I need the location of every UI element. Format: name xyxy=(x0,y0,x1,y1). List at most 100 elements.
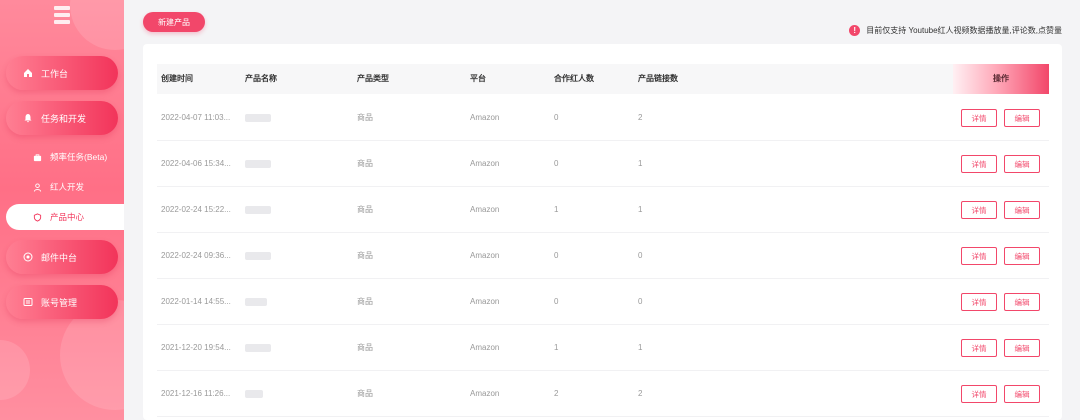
table-row: 2022-02-24 09:36... 商品 Amazon 0 0 详情 编辑 xyxy=(157,233,1049,279)
cell-product-name[interactable] xyxy=(245,206,271,214)
cell-created-time: 2022-02-24 15:22... xyxy=(161,205,231,214)
col-influencer-count[interactable]: 合作红人数 xyxy=(554,64,594,94)
table-header: 创建时间 产品名称 产品类型 平台 合作红人数 产品链接数 操作 xyxy=(157,64,1049,94)
shield-icon xyxy=(32,212,42,222)
cell-link-count: 1 xyxy=(638,343,643,352)
product-table-card: 创建时间 产品名称 产品类型 平台 合作红人数 产品链接数 操作 2022-04… xyxy=(143,44,1062,420)
account-icon xyxy=(22,297,33,308)
sidebar-item-mail[interactable]: 邮件中台 xyxy=(6,240,118,274)
bag-icon xyxy=(32,152,42,162)
cell-influencer-count: 1 xyxy=(554,205,559,214)
cell-link-count: 0 xyxy=(638,297,643,306)
sidebar: 工作台 任务和开发 频率任务(Beta) 红人开发 产品中心 邮件中台 账号管理 xyxy=(0,0,124,420)
col-product-type[interactable]: 产品类型 xyxy=(357,64,389,94)
sidebar-item-label: 工作台 xyxy=(41,68,69,79)
cell-created-time: 2022-01-14 14:55... xyxy=(161,297,231,306)
new-product-button[interactable]: 新建产品 xyxy=(143,12,205,32)
detail-button[interactable]: 详情 xyxy=(961,385,997,403)
warning-icon: ! xyxy=(849,25,861,36)
col-link-count[interactable]: 产品链接数 xyxy=(638,64,678,94)
sidebar-item-frequency-tasks[interactable]: 频率任务(Beta) xyxy=(6,144,118,170)
col-operations: 操作 xyxy=(953,64,1049,94)
home-icon xyxy=(22,68,33,79)
decor-blob xyxy=(70,0,124,50)
cell-product-name[interactable] xyxy=(245,298,267,306)
col-product-name[interactable]: 产品名称 xyxy=(245,64,277,94)
person-icon xyxy=(32,182,42,192)
detail-button[interactable]: 详情 xyxy=(961,155,997,173)
cell-influencer-count: 1 xyxy=(554,343,559,352)
decor-blob xyxy=(0,340,30,400)
cell-influencer-count: 0 xyxy=(554,297,559,306)
cell-created-time: 2021-12-16 11:26... xyxy=(161,389,231,398)
table-row: 2021-12-20 19:54... 商品 Amazon 1 1 详情 编辑 xyxy=(157,325,1049,371)
cell-link-count: 2 xyxy=(638,389,643,398)
detail-button[interactable]: 详情 xyxy=(961,247,997,265)
cell-influencer-count: 0 xyxy=(554,113,559,122)
sidebar-item-label: 邮件中台 xyxy=(41,252,78,263)
cell-platform: Amazon xyxy=(470,343,500,352)
sidebar-item-accounts[interactable]: 账号管理 xyxy=(6,285,118,319)
cell-product-name[interactable] xyxy=(245,160,271,168)
sidebar-item-label: 频率任务(Beta) xyxy=(50,152,108,162)
sidebar-item-workbench[interactable]: 工作台 xyxy=(6,56,118,90)
app-logo-icon[interactable] xyxy=(54,6,70,24)
cell-product-type: 商品 xyxy=(357,297,373,306)
edit-button[interactable]: 编辑 xyxy=(1004,109,1040,127)
sidebar-item-tasks[interactable]: 任务和开发 xyxy=(6,101,118,135)
cell-product-type: 商品 xyxy=(357,113,373,122)
cell-created-time: 2022-02-24 09:36... xyxy=(161,251,231,260)
edit-button[interactable]: 编辑 xyxy=(1004,293,1040,311)
cell-product-name[interactable] xyxy=(245,390,263,398)
edit-button[interactable]: 编辑 xyxy=(1004,339,1040,357)
cell-product-name[interactable] xyxy=(245,252,271,260)
sidebar-item-influencer-dev[interactable]: 红人开发 xyxy=(6,174,118,200)
sidebar-item-label: 账号管理 xyxy=(41,297,78,308)
cell-link-count: 2 xyxy=(638,113,643,122)
cell-product-type: 商品 xyxy=(357,251,373,260)
cell-product-name[interactable] xyxy=(245,114,271,122)
col-created-time[interactable]: 创建时间 xyxy=(161,64,193,94)
cell-influencer-count: 0 xyxy=(554,159,559,168)
cell-product-type: 商品 xyxy=(357,205,373,214)
sidebar-item-label: 产品中心 xyxy=(50,212,85,222)
table-row: 2022-02-24 15:22... 商品 Amazon 1 1 详情 编辑 xyxy=(157,187,1049,233)
sidebar-item-label: 红人开发 xyxy=(50,182,85,192)
cell-platform: Amazon xyxy=(470,159,500,168)
cell-platform: Amazon xyxy=(470,251,500,260)
edit-button[interactable]: 编辑 xyxy=(1004,385,1040,403)
edit-button[interactable]: 编辑 xyxy=(1004,155,1040,173)
cell-created-time: 2022-04-06 15:34... xyxy=(161,159,231,168)
edit-button[interactable]: 编辑 xyxy=(1004,247,1040,265)
detail-button[interactable]: 详情 xyxy=(961,339,997,357)
cell-link-count: 0 xyxy=(638,251,643,260)
cell-product-type: 商品 xyxy=(357,159,373,168)
cell-platform: Amazon xyxy=(470,113,500,122)
sidebar-item-label: 任务和开发 xyxy=(41,113,87,124)
table-row: 2021-12-16 11:26... 商品 Amazon 2 2 详情 编辑 xyxy=(157,371,1049,417)
cell-link-count: 1 xyxy=(638,159,643,168)
cell-platform: Amazon xyxy=(470,205,500,214)
edit-button[interactable]: 编辑 xyxy=(1004,201,1040,219)
cell-product-name[interactable] xyxy=(245,344,271,352)
cell-platform: Amazon xyxy=(470,389,500,398)
notice-banner: ! 目前仅支持 Youtube红人视频数据播放量,评论数,点赞量 xyxy=(849,25,1062,36)
table-row: 2022-04-06 15:34... 商品 Amazon 0 1 详情 编辑 xyxy=(157,141,1049,187)
cell-created-time: 2022-04-07 11:03... xyxy=(161,113,231,122)
detail-button[interactable]: 详情 xyxy=(961,109,997,127)
mail-icon xyxy=(22,252,33,263)
bell-icon xyxy=(22,113,33,124)
cell-product-type: 商品 xyxy=(357,389,373,398)
cell-platform: Amazon xyxy=(470,297,500,306)
col-platform[interactable]: 平台 xyxy=(470,64,486,94)
detail-button[interactable]: 详情 xyxy=(961,201,997,219)
cell-created-time: 2021-12-20 19:54... xyxy=(161,343,231,352)
cell-influencer-count: 2 xyxy=(554,389,559,398)
cell-influencer-count: 0 xyxy=(554,251,559,260)
detail-button[interactable]: 详情 xyxy=(961,293,997,311)
cell-link-count: 1 xyxy=(638,205,643,214)
notice-text: 目前仅支持 Youtube红人视频数据播放量,评论数,点赞量 xyxy=(866,26,1062,35)
table-row: 2022-01-14 14:55... 商品 Amazon 0 0 详情 编辑 xyxy=(157,279,1049,325)
sidebar-item-product-center[interactable]: 产品中心 xyxy=(6,204,124,230)
table-row: 2022-04-07 11:03... 商品 Amazon 0 2 详情 编辑 xyxy=(157,95,1049,141)
